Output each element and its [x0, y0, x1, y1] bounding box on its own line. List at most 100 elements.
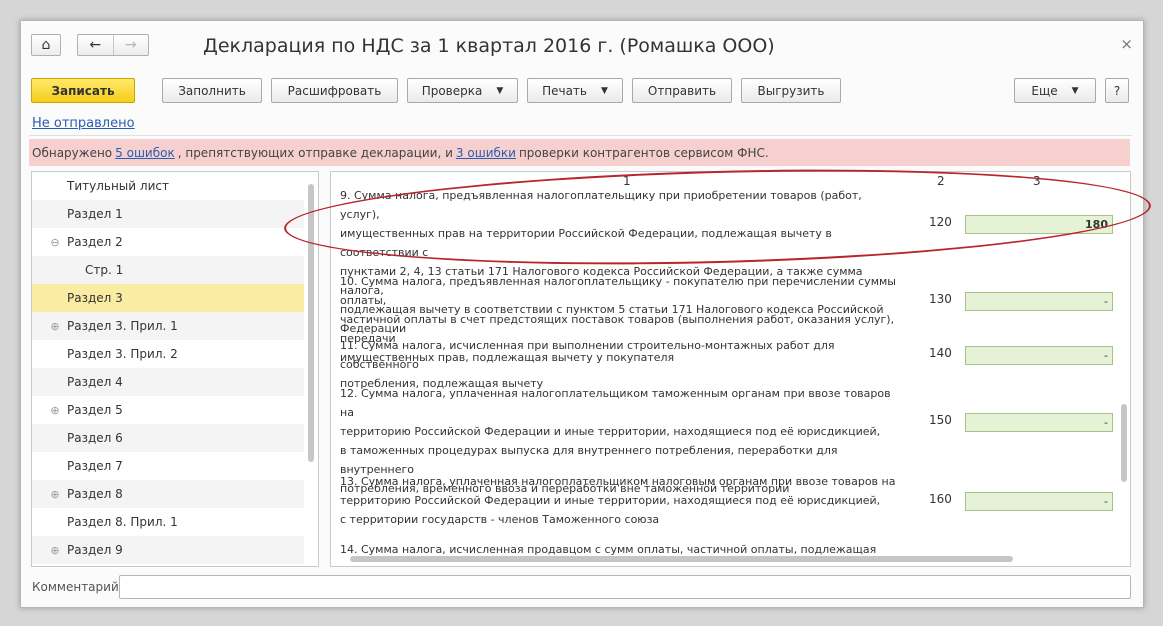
- tree-item-label: Раздел 3. Прил. 1: [67, 319, 178, 333]
- row-description: 13. Сумма налога, уплаченная налогоплате…: [340, 472, 900, 529]
- save-button[interactable]: Записать: [31, 78, 135, 103]
- description-line: 14. Сумма налога, исчисленная продавцом …: [340, 543, 877, 566]
- comment-input[interactable]: [119, 575, 1131, 599]
- error-prefix: Обнаружено: [32, 145, 113, 160]
- expand-icon[interactable]: ⊕: [49, 544, 61, 557]
- tree-item-label: Раздел 4: [67, 375, 123, 389]
- amount-field[interactable]: -: [965, 491, 1113, 511]
- line-code: 140: [929, 346, 952, 360]
- tree-item[interactable]: Раздел 4: [32, 368, 304, 396]
- help-button[interactable]: ?: [1105, 78, 1129, 103]
- home-button[interactable]: ⌂: [31, 34, 61, 56]
- row-description: 14. Сумма налога, исчисленная продавцом …: [340, 540, 900, 566]
- tree-item-label: Раздел 9: [67, 543, 123, 557]
- history-nav: ← →: [77, 34, 149, 56]
- errors-link[interactable]: 5 ошибок: [115, 146, 175, 160]
- line-code: 120: [929, 215, 952, 229]
- dropdown-arrow-icon: ▼: [496, 85, 504, 96]
- description-line: 10. Сумма налога, предъявленная налогопл…: [340, 275, 896, 307]
- forward-button[interactable]: →: [114, 35, 149, 55]
- decode-button[interactable]: Расшифровать: [271, 78, 398, 103]
- section-form: 1 2 3 9. Сумма налога, предъявленная нал…: [330, 171, 1131, 567]
- tree-item-label: Раздел 3. Прил. 2: [67, 347, 178, 361]
- description-line: территорию Российской Федерации и иные т…: [340, 494, 881, 507]
- tree-item[interactable]: ⊕ Раздел 8: [32, 480, 304, 508]
- divider: [29, 135, 1132, 136]
- description-line: территорию Российской Федерации и иные т…: [340, 425, 881, 438]
- tree-item-label: Раздел 5: [67, 403, 123, 417]
- description-line: 9. Сумма налога, предъявленная налогопла…: [340, 189, 862, 221]
- comment-label: Комментарий:: [32, 580, 123, 594]
- back-button[interactable]: ←: [78, 35, 113, 55]
- tree-item[interactable]: ⊕ Раздел 9: [32, 536, 304, 564]
- print-button[interactable]: Печать ▼: [527, 78, 623, 103]
- tree-item[interactable]: Титульный лист: [32, 172, 304, 200]
- expand-icon[interactable]: ⊕: [49, 320, 61, 333]
- form-horizontal-scrollbar[interactable]: [350, 556, 1013, 562]
- amount-field[interactable]: -: [965, 413, 1113, 432]
- fill-button[interactable]: Заполнить: [162, 78, 262, 103]
- home-icon: ⌂: [41, 37, 51, 53]
- description-line: с территории государств - членов Таможен…: [340, 513, 660, 526]
- sections-tree: Титульный лист Раздел 1 ⊖ Раздел 2 Стр. 1 Раз…: [31, 171, 319, 567]
- collapse-icon[interactable]: ⊖: [49, 236, 61, 249]
- print-label: Печать: [542, 83, 587, 98]
- amount-field[interactable]: -: [965, 346, 1113, 365]
- line-code: 130: [929, 291, 952, 306]
- command-bar: Записать Заполнить Расшифровать Проверка…: [21, 78, 1143, 104]
- tree-item-label: Титульный лист: [67, 179, 169, 193]
- send-status-link[interactable]: Не отправлено: [32, 116, 135, 131]
- window-title: Декларация по НДС за 1 квартал 2016 г. (…: [203, 35, 775, 57]
- check-button[interactable]: Проверка ▼: [407, 78, 518, 103]
- description-line: 13. Сумма налога, уплаченная налогоплате…: [340, 475, 896, 488]
- error-middle: , препятствующих отправке декларации, и: [177, 145, 453, 160]
- description-line: 12. Сумма налога, уплаченная налогоплате…: [340, 387, 891, 419]
- amount-field[interactable]: -: [965, 291, 1113, 311]
- line-code: 160: [929, 491, 952, 506]
- back-arrow-icon: ←: [89, 37, 102, 53]
- expand-icon[interactable]: ⊕: [49, 404, 61, 417]
- tree-item-label: Раздел 6: [67, 431, 123, 445]
- forward-arrow-icon: →: [124, 37, 137, 53]
- tree-item[interactable]: ⊖ Раздел 2: [32, 228, 304, 256]
- expand-icon[interactable]: ⊕: [49, 488, 61, 501]
- more-label: Еще: [1031, 83, 1058, 98]
- counterparty-errors-link[interactable]: 3 ошибки: [456, 146, 516, 160]
- tree-item[interactable]: Раздел 3. Прил. 2: [32, 340, 304, 368]
- tree-scrollbar[interactable]: [308, 184, 314, 462]
- tree-item[interactable]: Раздел 3: [32, 284, 304, 312]
- tree-item[interactable]: Раздел 8. Прил. 1: [32, 508, 304, 536]
- tree-item-label: Раздел 7: [67, 459, 123, 473]
- tree-item[interactable]: Раздел 6: [32, 424, 304, 452]
- tree-item-label: Раздел 8: [67, 487, 123, 501]
- error-suffix: проверки контрагентов сервисом ФНС.: [518, 145, 769, 160]
- tree-item[interactable]: Стр. 1: [32, 256, 304, 284]
- check-label: Проверка: [421, 83, 483, 98]
- tree-item[interactable]: ⊕ Раздел 3. Прил. 1: [32, 312, 304, 340]
- tree-item-label: Раздел 3: [67, 291, 123, 305]
- tree-item[interactable]: ⊕ Раздел 5: [32, 396, 304, 424]
- description-line: 11. Сумма налога, исчисленная при выполн…: [340, 339, 835, 371]
- column-header-3: 3: [1033, 174, 1041, 188]
- tree-item-label: Стр. 1: [85, 263, 124, 277]
- dropdown-arrow-icon: ▼: [1071, 85, 1079, 96]
- form-vertical-scrollbar[interactable]: [1121, 404, 1127, 482]
- description-line: имущественных прав на территории Российс…: [340, 227, 832, 259]
- tree-item-label: Раздел 8. Прил. 1: [67, 515, 178, 529]
- declaration-window: ⌂ ← → Декларация по НДС за 1 квартал 201…: [20, 20, 1153, 608]
- error-banner: Обнаружено 5 ошибок , препятствующих отп…: [29, 139, 1130, 166]
- amount-field[interactable]: 180: [965, 215, 1113, 234]
- tree-item[interactable]: Раздел 7: [32, 452, 304, 480]
- dropdown-arrow-icon: ▼: [601, 85, 608, 96]
- more-button[interactable]: Еще ▼: [1014, 78, 1096, 103]
- line-code: 150: [929, 413, 952, 427]
- column-header-2: 2: [937, 174, 945, 188]
- tree-item-label: Раздел 2: [67, 235, 123, 249]
- tree-list: Титульный лист Раздел 1 ⊖ Раздел 2 Стр. 1 Раз…: [32, 172, 318, 564]
- export-button[interactable]: Выгрузить: [741, 78, 841, 103]
- tree-item-label: Раздел 1: [67, 207, 123, 221]
- close-icon[interactable]: ×: [1120, 35, 1133, 53]
- send-button[interactable]: Отправить: [632, 78, 732, 103]
- title-bar: ⌂ ← → Декларация по НДС за 1 квартал 201…: [21, 21, 1143, 71]
- tree-item[interactable]: Раздел 1: [32, 200, 304, 228]
